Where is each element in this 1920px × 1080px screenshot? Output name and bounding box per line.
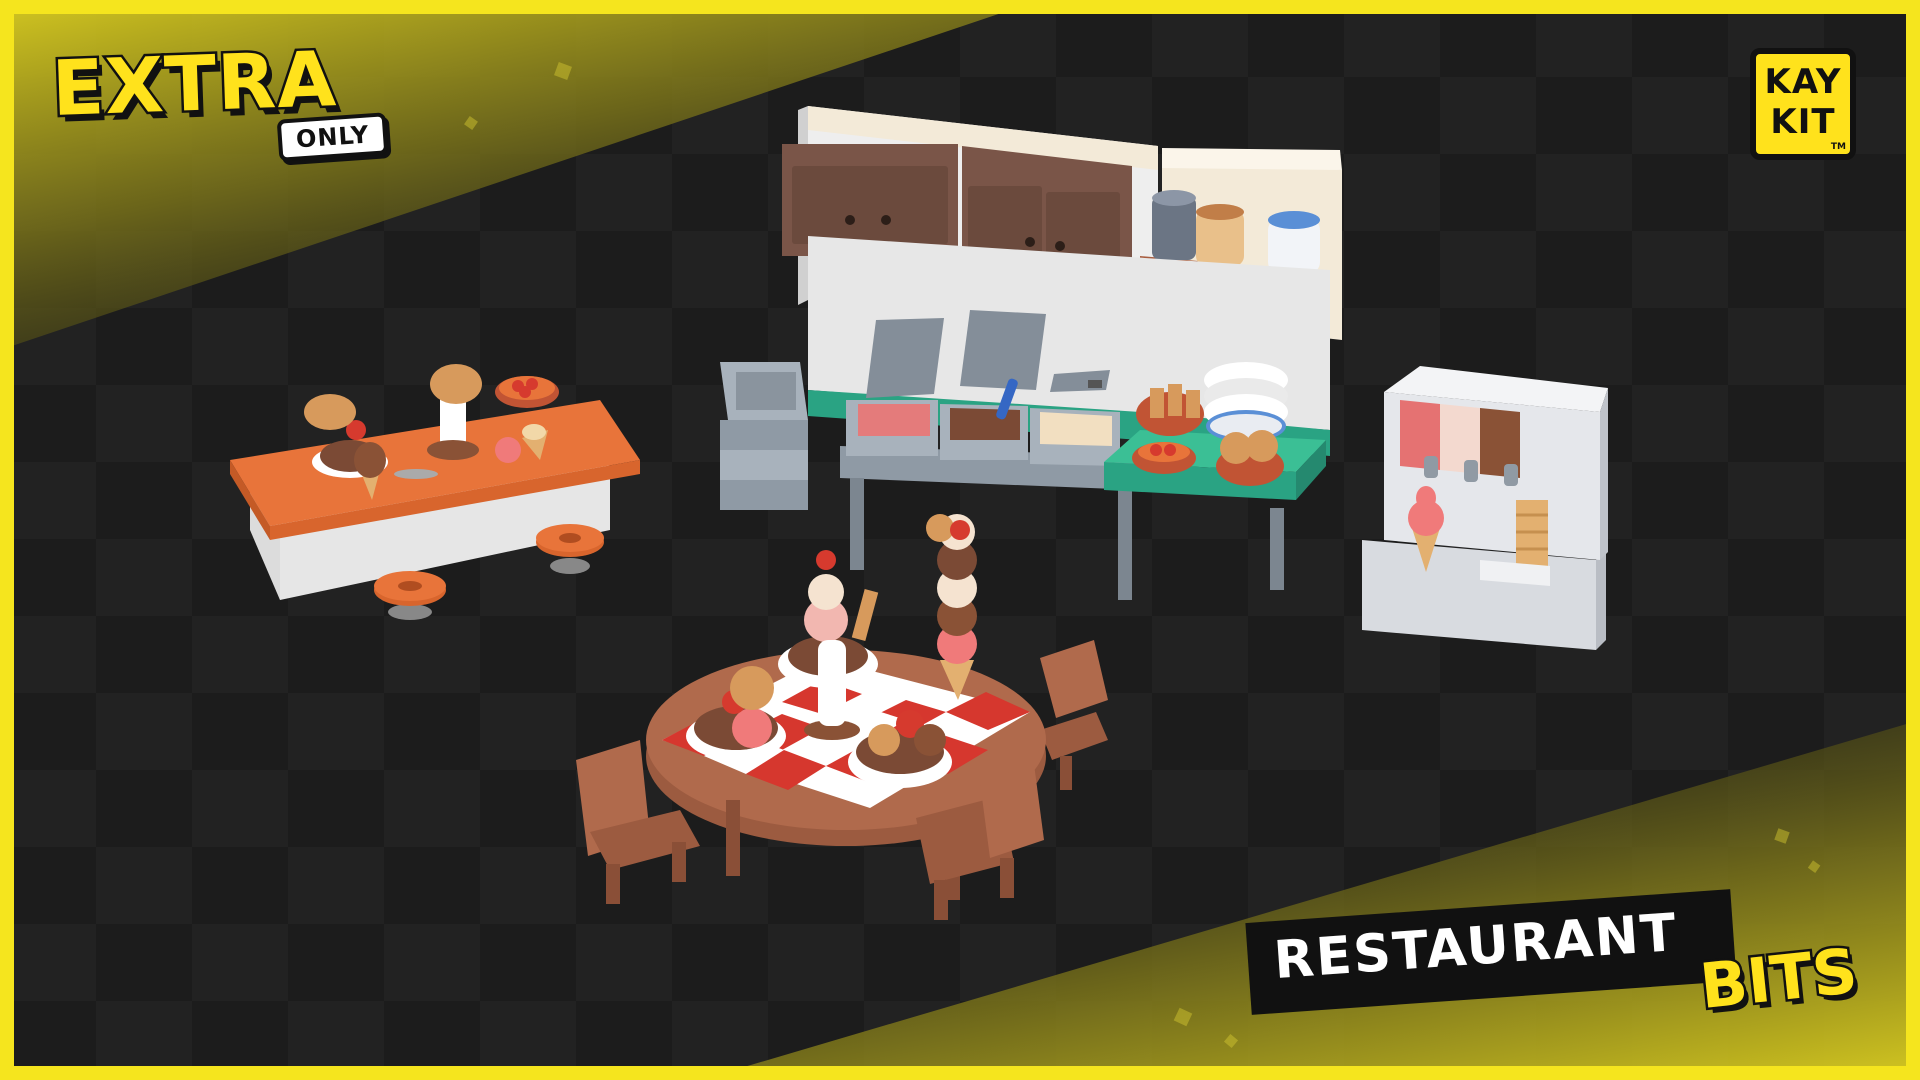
trademark-mark: TM bbox=[1830, 142, 1846, 152]
extra-only-badge: EXTRA ONLY bbox=[48, 32, 408, 176]
extra-label: EXTRA bbox=[48, 32, 341, 136]
ice-cream-counter-icon bbox=[230, 364, 640, 620]
title-accent: BITS bbox=[1694, 931, 1863, 1025]
kitchen-wall-icon bbox=[720, 106, 1342, 600]
soft-serve-machine-icon bbox=[1362, 366, 1608, 650]
title-main: RESTAURANT bbox=[1272, 903, 1680, 992]
kaykit-logo-icon: KAY KIT TM bbox=[1750, 48, 1856, 160]
logo-line-2: KIT bbox=[1770, 102, 1836, 142]
logo-line-1: KAY bbox=[1764, 62, 1842, 102]
dining-table-icon bbox=[576, 514, 1108, 920]
only-label: ONLY bbox=[276, 112, 389, 162]
